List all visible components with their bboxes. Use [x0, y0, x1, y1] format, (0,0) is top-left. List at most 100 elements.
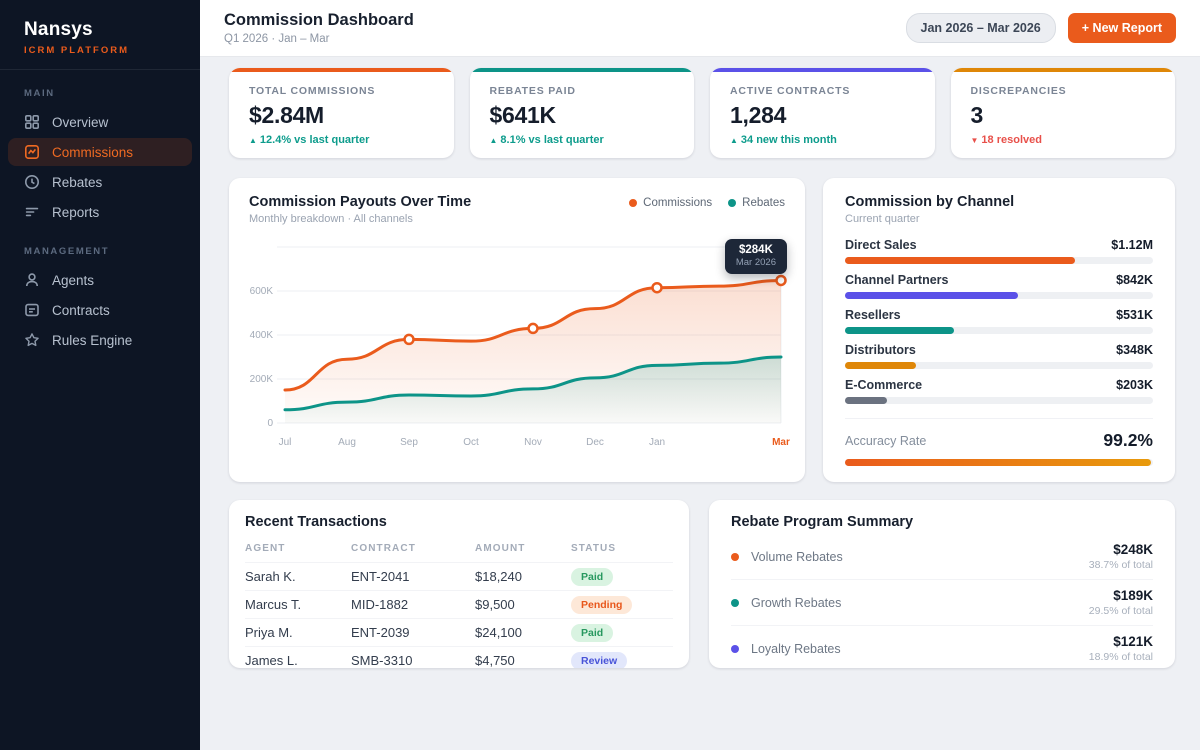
kpi-row: TOTAL COMMISSIONS $2.84M ▲12.4% vs last …: [229, 68, 1175, 158]
delta-text: 8.1% vs last quarter: [500, 134, 603, 146]
star-icon: [24, 332, 40, 348]
svg-text:Jan: Jan: [649, 437, 665, 448]
transactions-title: Recent Transactions: [245, 514, 673, 530]
amount-cell: $24,100: [475, 625, 571, 640]
status-badge: Paid: [571, 624, 613, 642]
document-icon: [24, 302, 40, 318]
kpi-card-total-commissions: TOTAL COMMISSIONS $2.84M ▲12.4% vs last …: [229, 68, 454, 158]
nav-section-main: MAIN Overview Commissions Rebates Report…: [0, 70, 200, 226]
legend-dot: [728, 199, 736, 207]
nav-section-label: MAIN: [0, 88, 200, 99]
kpi-delta: ▲34 new this month: [730, 134, 915, 146]
lines-icon: [24, 204, 40, 220]
new-report-button[interactable]: + New Report: [1068, 13, 1176, 43]
contract-cell: ENT-2041: [351, 569, 475, 584]
tooltip-label: Mar 2026: [736, 257, 776, 268]
svg-text:200K: 200K: [250, 374, 274, 385]
svg-text:Sep: Sep: [400, 437, 418, 448]
sidebar: Nansys ICRM PLATFORM MAIN Overview Commi…: [0, 0, 200, 750]
payouts-chart-card: Commission Payouts Over Time Monthly bre…: [229, 178, 805, 482]
legend-label: Rebates: [742, 197, 785, 209]
brand-name: Nansys: [24, 19, 176, 41]
kpi-value: 1,284: [730, 102, 915, 129]
rebate-share: 29.5% of total: [1089, 605, 1153, 617]
channel-value: $1.12M: [1111, 238, 1153, 252]
chart-title: Commission Payouts Over Time: [249, 194, 471, 210]
sidebar-item-overview[interactable]: Overview: [8, 108, 192, 136]
kpi-label: REBATES PAID: [490, 85, 675, 97]
accuracy-value: 99.2%: [1103, 430, 1153, 451]
column-header-agent: AGENT: [245, 543, 351, 554]
delta-text: 12.4% vs last quarter: [260, 134, 369, 146]
channel-header: Commission by Channel Current quarter: [845, 194, 1153, 225]
contract-cell: ENT-2039: [351, 625, 475, 640]
page-title: Commission Dashboard: [224, 11, 414, 30]
rebate-dot: [731, 553, 739, 561]
sidebar-item-label: Overview: [52, 115, 108, 130]
sidebar-item-commissions[interactable]: Commissions: [8, 138, 192, 166]
kpi-card-rebates-paid: REBATES PAID $641K ▲8.1% vs last quarter: [470, 68, 695, 158]
date-range-button[interactable]: Jan 2026 – Mar 2026: [906, 13, 1056, 43]
legend-item-commissions[interactable]: Commissions: [629, 197, 712, 209]
kpi-delta: ▲8.1% vs last quarter: [490, 134, 675, 146]
accuracy-bar-fill: [845, 459, 1151, 466]
tooltip-value: $284K: [736, 244, 776, 256]
sidebar-item-rebates[interactable]: Rebates: [8, 168, 192, 196]
channel-panel: Commission by Channel Current quarter Di…: [823, 178, 1175, 482]
list-item: Volume Rebates $248K 38.7% of total: [731, 534, 1153, 580]
sidebar-item-label: Rebates: [52, 175, 102, 190]
chart-area: 0200K400K600KJulAugSepOctNovDecJanMar $2…: [249, 233, 785, 457]
sidebar-item-label: Rules Engine: [52, 333, 132, 348]
rebate-name: Loyalty Rebates: [751, 642, 841, 656]
agent-cell: Marcus T.: [245, 597, 351, 612]
transactions-header-row: AGENT CONTRACT AMOUNT STATUS: [245, 543, 673, 562]
rebate-dot: [731, 599, 739, 607]
table-row: Sarah K. ENT-2041 $18,240 Paid: [245, 562, 673, 590]
kpi-delta: ▲12.4% vs last quarter: [249, 134, 434, 146]
amount-cell: $18,240: [475, 569, 571, 584]
kpi-card-discrepancies: DISCREPANCIES 3 ▼18 resolved: [951, 68, 1176, 158]
page-title-block: Commission Dashboard Q1 2026 · Jan – Mar: [224, 11, 414, 45]
sidebar-item-contracts[interactable]: Contracts: [8, 296, 192, 324]
rebate-values: $189K 29.5% of total: [1089, 588, 1153, 617]
kpi-accent-bar: [229, 68, 454, 72]
contract-cell: MID-1882: [351, 597, 475, 612]
channel-bar-track: [845, 327, 1153, 334]
kpi-label: TOTAL COMMISSIONS: [249, 85, 434, 97]
accuracy-label: Accuracy Rate: [845, 434, 926, 448]
rebate-dot: [731, 645, 739, 653]
rebate-name: Volume Rebates: [751, 550, 843, 564]
rebate-list: Volume Rebates $248K 38.7% of total Grow…: [731, 534, 1153, 668]
channel-bar-fill: [845, 292, 1018, 299]
svg-text:600K: 600K: [250, 286, 274, 297]
sidebar-item-reports[interactable]: Reports: [8, 198, 192, 226]
kpi-accent-bar: [710, 68, 935, 72]
channel-value: $348K: [1116, 343, 1153, 357]
svg-text:Dec: Dec: [586, 437, 604, 448]
delta-arrow: ▼: [971, 136, 979, 145]
dashboard-content: TOTAL COMMISSIONS $2.84M ▲12.4% vs last …: [200, 57, 1200, 668]
svg-text:Jul: Jul: [279, 437, 292, 448]
svg-text:Aug: Aug: [338, 437, 356, 448]
rebate-values: $248K 38.7% of total: [1089, 542, 1153, 571]
main-area: Commission Dashboard Q1 2026 · Jan – Mar…: [200, 0, 1200, 750]
channel-bar-track: [845, 257, 1153, 264]
sidebar-item-agents[interactable]: Agents: [8, 266, 192, 294]
chart-icon: [24, 144, 40, 160]
rebate-share: 18.9% of total: [1089, 651, 1153, 663]
amount-cell: $9,500: [475, 597, 571, 612]
svg-text:400K: 400K: [250, 330, 274, 341]
svg-text:Oct: Oct: [463, 437, 479, 448]
chart-tooltip: $284K Mar 2026: [725, 239, 787, 274]
sidebar-item-label: Agents: [52, 273, 94, 288]
chart-subtitle: Monthly breakdown · All channels: [249, 213, 471, 225]
sidebar-item-label: Reports: [52, 205, 99, 220]
agent-cell: James L.: [245, 653, 351, 668]
kpi-accent-bar: [951, 68, 1176, 72]
channel-name: Resellers: [845, 308, 901, 322]
channel-row-distributors: Distributors$348K: [845, 343, 1153, 369]
accuracy-bar-track: [845, 459, 1153, 466]
sidebar-item-rules-engine[interactable]: Rules Engine: [8, 326, 192, 354]
legend-item-rebates[interactable]: Rebates: [728, 197, 785, 209]
list-item: Growth Rebates $189K 29.5% of total: [731, 580, 1153, 626]
